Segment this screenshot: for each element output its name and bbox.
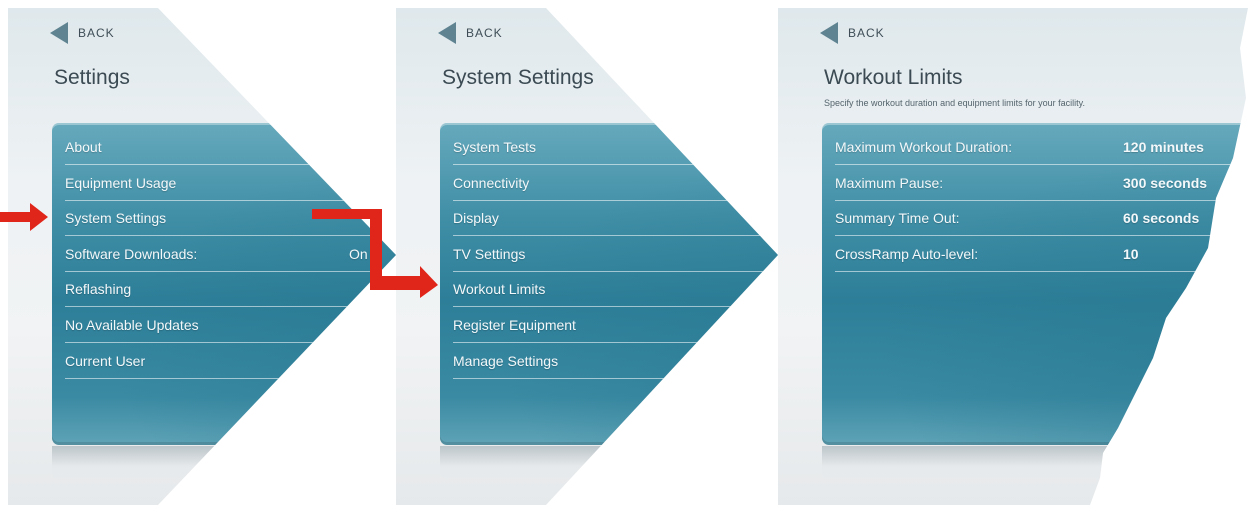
back-label: BACK	[466, 26, 503, 40]
menu-item-reflashing[interactable]: Reflashing	[65, 273, 396, 308]
workout-limits-menu: Maximum Workout Duration: 120 minutes Max…	[835, 131, 1245, 273]
menu-item-tv-settings[interactable]: TV Settings	[453, 238, 778, 272]
settings-screen: BACK Settings About Equipment Usage Syst…	[8, 8, 396, 505]
back-arrow-icon	[438, 22, 456, 44]
menu-item-label: Connectivity	[453, 174, 530, 191]
maximum-pause-value: 300 seconds	[1123, 174, 1208, 191]
menu-item-label: Manage Settings	[453, 352, 559, 369]
menu-item-label: System Settings	[65, 210, 167, 227]
menu-item-current-user[interactable]: Current User	[65, 345, 396, 379]
menu-item-workout-limits[interactable]: Workout Limits	[453, 273, 778, 308]
page-subtitle: Specify the workout duration and equipme…	[824, 98, 1085, 108]
panel-reflection	[822, 446, 1248, 480]
menu-item-system-settings[interactable]: System Settings	[65, 202, 396, 237]
menu-item-about[interactable]: About	[65, 131, 396, 165]
software-downloads-value: On	[349, 245, 368, 262]
system-settings-screen: BACK System Settings System Tests Connec…	[396, 8, 778, 505]
settings-menu: About Equipment Usage System Settings So…	[65, 131, 396, 380]
menu-item-label: Register Equipment	[453, 316, 576, 333]
back-label: BACK	[78, 26, 115, 40]
back-button[interactable]: BACK	[438, 22, 503, 44]
menu-item-label: Display	[453, 210, 499, 227]
workout-limits-screen: BACK Workout Limits Specify the workout …	[778, 8, 1248, 505]
menu-item-label: Software Downloads:	[65, 245, 198, 262]
menu-item-label: No Available Updates	[65, 316, 199, 333]
back-arrow-icon	[50, 22, 68, 44]
page-title: System Settings	[442, 66, 594, 89]
menu-item-crossramp-auto-level[interactable]: CrossRamp Auto-level: 10	[835, 238, 1245, 272]
menu-item-label: Reflashing	[65, 281, 132, 298]
back-label: BACK	[848, 26, 885, 40]
menu-item-register-equipment[interactable]: Register Equipment	[453, 309, 778, 343]
menu-item-system-tests[interactable]: System Tests	[453, 131, 778, 165]
panel-reflection	[52, 446, 396, 480]
menu-item-maximum-pause[interactable]: Maximum Pause: 300 seconds	[835, 167, 1245, 201]
menu-item-label: Summary Time Out:	[835, 210, 960, 227]
summary-time-out-value: 60 seconds	[1123, 210, 1200, 227]
back-button[interactable]: BACK	[820, 22, 885, 44]
menu-item-software-downloads[interactable]: Software Downloads: On	[65, 238, 396, 272]
menu-item-label: Current User	[65, 352, 146, 369]
menu-item-label: About	[65, 139, 102, 155]
menu-item-label: Maximum Workout Duration:	[835, 139, 1013, 155]
menu-item-label: Workout Limits	[453, 281, 546, 298]
menu-item-label: TV Settings	[453, 245, 526, 262]
menu-item-label: System Tests	[453, 139, 536, 155]
back-button[interactable]: BACK	[50, 22, 115, 44]
menu-item-connectivity[interactable]: Connectivity	[453, 167, 778, 201]
crossramp-auto-level-value: 10	[1123, 245, 1139, 262]
back-arrow-icon	[820, 22, 838, 44]
menu-item-label: Maximum Pause:	[835, 174, 944, 191]
maximum-workout-duration-value: 120 minutes	[1123, 139, 1204, 155]
menu-item-maximum-workout-duration[interactable]: Maximum Workout Duration: 120 minutes	[835, 131, 1245, 165]
menu-item-label: CrossRamp Auto-level:	[835, 245, 979, 262]
menu-item-no-available-updates[interactable]: No Available Updates	[65, 309, 396, 343]
system-settings-menu: System Tests Connectivity Display TV Set…	[453, 131, 778, 380]
menu-item-summary-time-out[interactable]: Summary Time Out: 60 seconds	[835, 202, 1245, 237]
page-title: Workout Limits	[824, 66, 963, 89]
menu-item-label: Equipment Usage	[65, 174, 177, 191]
menu-item-display[interactable]: Display	[453, 202, 778, 237]
menu-item-equipment-usage[interactable]: Equipment Usage	[65, 167, 396, 201]
menu-item-manage-settings[interactable]: Manage Settings	[453, 345, 778, 379]
panel-reflection	[440, 446, 778, 480]
page-title: Settings	[54, 66, 130, 89]
